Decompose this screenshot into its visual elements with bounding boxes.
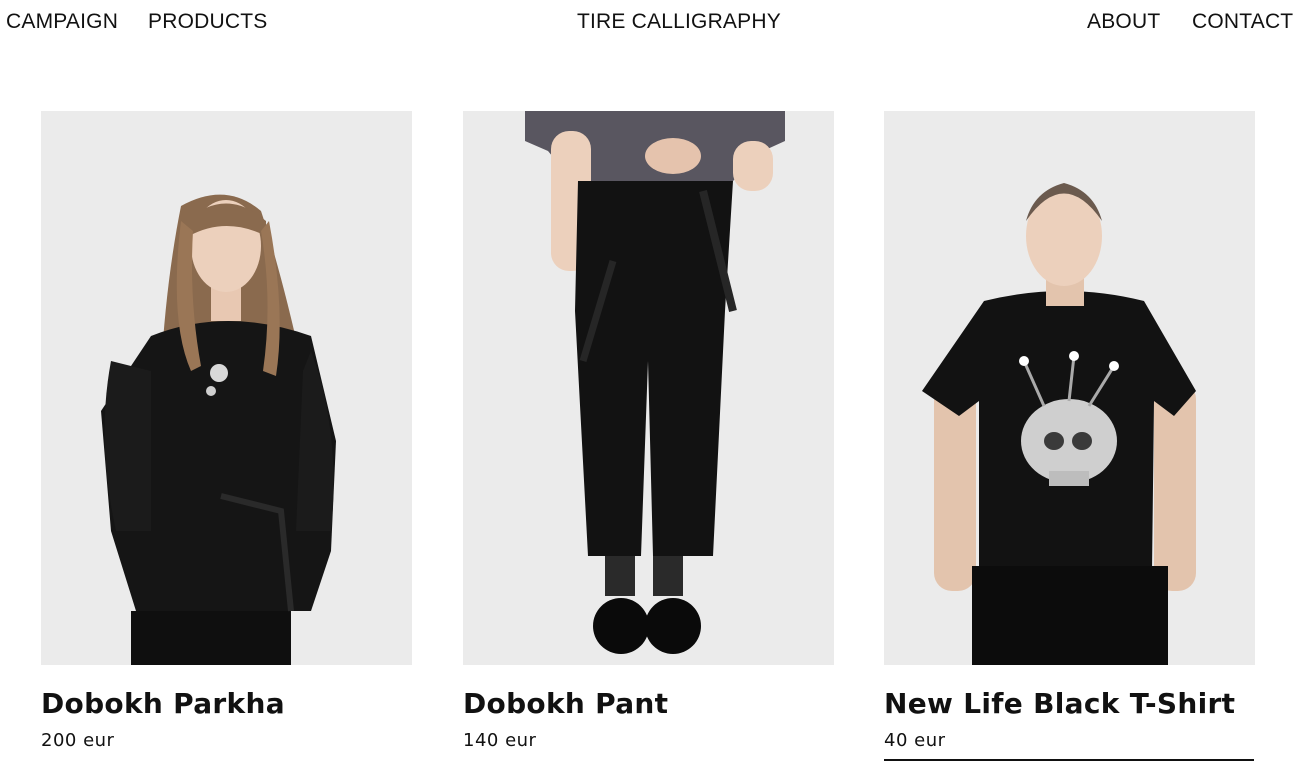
- product-photo: [463, 111, 834, 665]
- product-image-link[interactable]: [884, 111, 1255, 665]
- nav-link-products[interactable]: PRODUCTS: [148, 10, 267, 34]
- product-photo: [41, 111, 412, 665]
- product-name[interactable]: New Life Black T-Shirt: [884, 687, 1255, 720]
- product-price: 40 eur: [884, 730, 946, 751]
- product-image-link[interactable]: [463, 111, 834, 665]
- product-name[interactable]: Dobokh Pant: [463, 687, 834, 720]
- nav-link-contact[interactable]: CONTACT: [1192, 10, 1293, 34]
- product-image-link[interactable]: [41, 111, 412, 665]
- product-price: 140 eur: [463, 730, 537, 751]
- product-price: 200 eur: [41, 730, 115, 751]
- product-card[interactable]: Dobokh Parkha 200 eur: [41, 111, 412, 751]
- product-card[interactable]: Dobokh Pant 140 eur: [463, 111, 834, 751]
- product-name[interactable]: Dobokh Parkha: [41, 687, 412, 720]
- top-navigation: CAMPAIGN PRODUCTS TIRE CALLIGRAPHY ABOUT…: [0, 10, 1300, 36]
- product-card[interactable]: New Life Black T-Shirt 40 eur: [884, 111, 1255, 761]
- nav-link-campaign[interactable]: CAMPAIGN: [6, 10, 118, 34]
- nav-link-about[interactable]: ABOUT: [1087, 10, 1160, 34]
- product-photo: [884, 111, 1255, 665]
- hover-underline: [884, 759, 1254, 761]
- brand-logo-link[interactable]: TIRE CALLIGRAPHY: [577, 10, 781, 34]
